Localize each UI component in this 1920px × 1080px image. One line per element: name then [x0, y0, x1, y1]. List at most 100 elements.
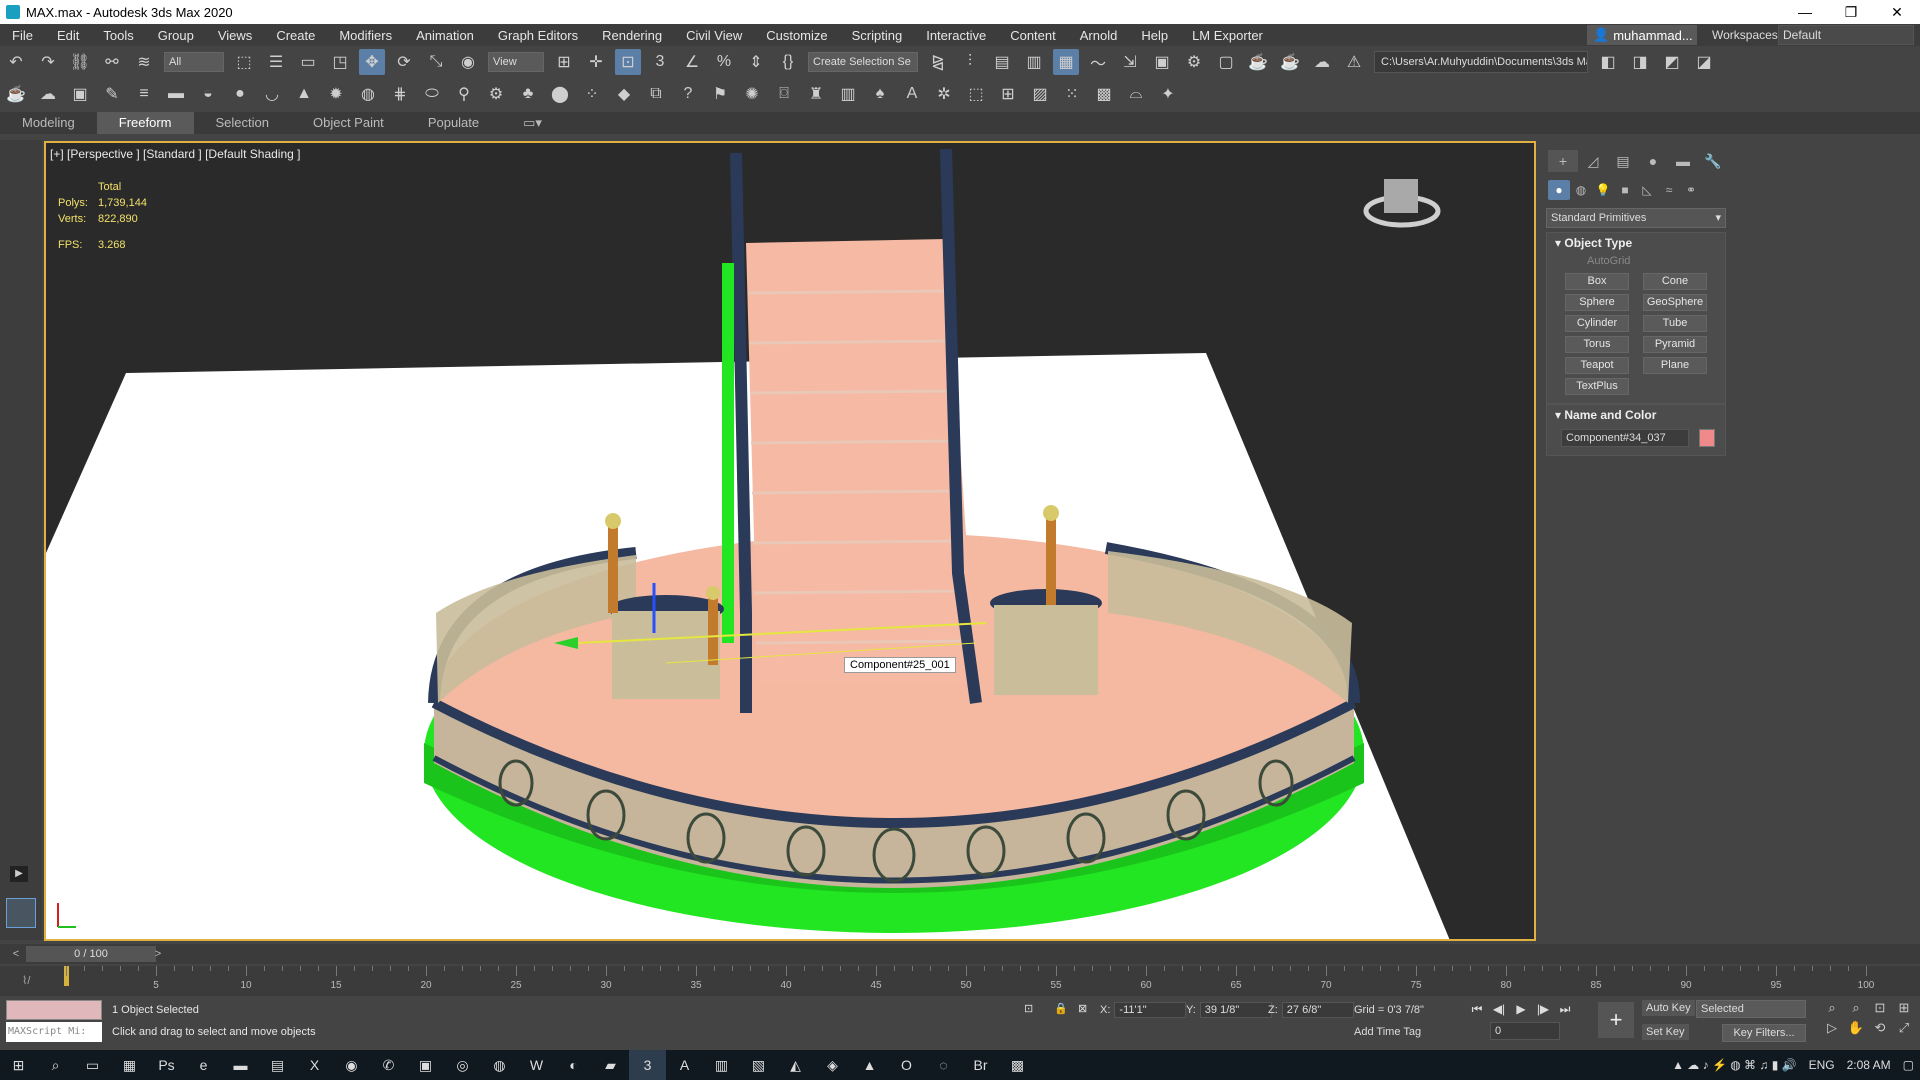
y-field[interactable]: 39 1/8" — [1199, 1002, 1272, 1018]
spinner-snap-icon[interactable]: ⇕ — [743, 49, 769, 75]
shapes-icon[interactable]: ◆ — [611, 81, 637, 107]
pan-icon[interactable]: ✋ — [1844, 1020, 1868, 1036]
menu-animation[interactable]: Animation — [404, 28, 486, 43]
language-indicator[interactable]: ENG — [1809, 1058, 1835, 1072]
edit-named-selection-icon[interactable]: {} — [775, 49, 801, 75]
menu-views[interactable]: Views — [206, 28, 264, 43]
select-and-scale-icon[interactable]: ⤡ — [423, 49, 449, 75]
hierarchy-tab-icon[interactable]: ▤ — [1608, 150, 1638, 172]
pyramid-button[interactable]: Pyramid — [1643, 336, 1707, 353]
scene-explorer-icon[interactable]: ▤ — [989, 49, 1015, 75]
clock[interactable]: 2:08 AM — [1847, 1058, 1891, 1072]
tray-icons[interactable]: ▲ ☁ ♪ ⚡ ◍ ⌘ ♫ ▮ 🔊 — [1672, 1058, 1797, 1072]
percent-snap-icon[interactable]: % — [711, 49, 737, 75]
cloud-icon[interactable]: ☁ — [35, 81, 61, 107]
zoom-icon[interactable]: ⌕ — [1820, 1000, 1844, 1016]
bowl-icon[interactable]: ◡ — [259, 81, 285, 107]
grid-plus-icon[interactable]: ⊞ — [995, 81, 1021, 107]
next-frame-arrow-icon[interactable]: > — [150, 946, 166, 962]
sphere-icon[interactable]: ● — [227, 81, 253, 107]
key-selection-dropdown[interactable]: Selected — [1696, 1000, 1806, 1018]
project-settings-icon[interactable]: ◪ — [1691, 49, 1717, 75]
prev-frame-arrow-icon[interactable]: < — [8, 946, 24, 962]
light-icon[interactable]: ✺ — [739, 81, 765, 107]
project-open-icon[interactable]: ◧ — [1595, 49, 1621, 75]
select-object-icon[interactable]: ⬚ — [231, 49, 257, 75]
3dsmax-taskbar-icon[interactable]: 3 — [629, 1050, 666, 1080]
select-and-rotate-icon[interactable]: ⟳ — [391, 49, 417, 75]
redo-icon[interactable]: ↷ — [35, 49, 61, 75]
tray-icon[interactable]: ⌓ — [1123, 81, 1149, 107]
select-by-name-icon[interactable]: ☰ — [263, 49, 289, 75]
pin-icon[interactable]: ⚑ — [707, 81, 733, 107]
menu-content[interactable]: Content — [998, 28, 1068, 43]
modify-tab-icon[interactable]: ◿ — [1578, 150, 1608, 172]
render-iterative-icon[interactable]: ☕ — [1277, 49, 1303, 75]
excel-icon[interactable]: X — [296, 1050, 333, 1080]
viewport-layout-thumbnail[interactable] — [6, 898, 36, 928]
frame-icon[interactable]: ⬚ — [963, 81, 989, 107]
cameras-icon[interactable]: ■ — [1614, 180, 1636, 200]
torus-button[interactable]: Torus — [1565, 336, 1629, 353]
blue-sphere-icon[interactable]: ⬤ — [547, 81, 573, 107]
keyboard-shortcut-override-icon[interactable]: ⊡ — [615, 49, 641, 75]
cylinder-button[interactable]: Cylinder — [1565, 315, 1629, 332]
menu-group[interactable]: Group — [146, 28, 206, 43]
menu-lm-exporter[interactable]: LM Exporter — [1180, 28, 1275, 43]
figure-icon[interactable]: ♜ — [803, 81, 829, 107]
image-icon[interactable]: ▣ — [67, 81, 93, 107]
cone-icon[interactable]: ▲ — [291, 81, 317, 107]
snaps-toggle-icon[interactable]: 3 — [647, 49, 673, 75]
gold-sphere-icon[interactable]: ◍ — [355, 81, 381, 107]
textplus-button[interactable]: TextPlus — [1565, 378, 1629, 395]
motion-tab-icon[interactable]: ● — [1638, 150, 1668, 172]
menu-edit[interactable]: Edit — [45, 28, 91, 43]
viewport-label[interactable]: [+] [Perspective ] [Standard ] [Default … — [50, 147, 300, 161]
camera-icon[interactable]: ⌼ — [771, 81, 797, 107]
project-new-icon[interactable]: ◨ — [1627, 49, 1653, 75]
object-color-swatch[interactable] — [1699, 429, 1715, 447]
gear-icon[interactable]: ⚙ — [483, 81, 509, 107]
current-frame-field[interactable]: 0 — [1490, 1022, 1560, 1040]
selection-filter-select[interactable]: All — [164, 52, 224, 72]
shapes-icon[interactable]: ◍ — [1570, 180, 1592, 200]
tab-selection[interactable]: Selection — [194, 112, 291, 134]
warning-icon[interactable]: ⚠ — [1341, 49, 1367, 75]
align-icon[interactable]: ⫶ — [957, 49, 983, 75]
notifications-icon[interactable]: ▢ — [1903, 1058, 1914, 1072]
sun-icon[interactable]: ✹ — [323, 81, 349, 107]
box-button[interactable]: Box — [1565, 273, 1629, 290]
geosphere-button[interactable]: GeoSphere — [1643, 294, 1707, 311]
copy-icon[interactable]: ⧉ — [643, 81, 669, 107]
material-editor-icon[interactable]: ▣ — [1149, 49, 1175, 75]
undo-icon[interactable]: ↶ — [3, 49, 29, 75]
teapot-button[interactable]: Teapot — [1565, 357, 1629, 374]
plane-button[interactable]: Plane — [1643, 357, 1707, 374]
pivot-center-icon[interactable]: ⊞ — [551, 49, 577, 75]
autocad-icon[interactable]: A — [666, 1050, 703, 1080]
wheel-icon[interactable]: ✲ — [931, 81, 957, 107]
maxscript-output[interactable] — [6, 1000, 102, 1020]
app-icon-8[interactable]: ◈ — [814, 1050, 851, 1080]
toggle-ribbon-icon[interactable]: ▦ — [1053, 49, 1079, 75]
help-icon[interactable]: ? — [675, 81, 701, 107]
opera-icon[interactable]: O — [888, 1050, 925, 1080]
set-key-big-icon[interactable]: + — [1598, 1002, 1634, 1038]
chrome-icon[interactable]: ◉ — [333, 1050, 370, 1080]
curve-editor-icon[interactable]: 〜 — [1085, 49, 1111, 75]
named-selection-set-select[interactable]: Create Selection Se — [808, 52, 918, 72]
window-crossing-icon[interactable]: ◳ — [327, 49, 353, 75]
helpers-icon[interactable]: ◺ — [1636, 180, 1658, 200]
geometry-icon[interactable]: ● — [1548, 180, 1570, 200]
autogrid-checkbox[interactable]: AutoGrid — [1547, 253, 1725, 269]
app-icon-4[interactable]: ◐ — [555, 1050, 592, 1080]
tab-object-paint[interactable]: Object Paint — [291, 112, 406, 134]
object-name-field[interactable]: Component#34_037 — [1561, 429, 1689, 447]
field-of-view-icon[interactable]: ▷ — [1820, 1020, 1844, 1036]
selection-lock-icon[interactable]: 🔒 — [1054, 1002, 1068, 1015]
menu-graph-editors[interactable]: Graph Editors — [486, 28, 590, 43]
menu-arnold[interactable]: Arnold — [1068, 28, 1130, 43]
mirror-icon[interactable]: ⧎ — [925, 49, 951, 75]
next-frame-icon[interactable]: |▶ — [1532, 1000, 1554, 1018]
tab-modeling[interactable]: Modeling — [0, 112, 97, 134]
